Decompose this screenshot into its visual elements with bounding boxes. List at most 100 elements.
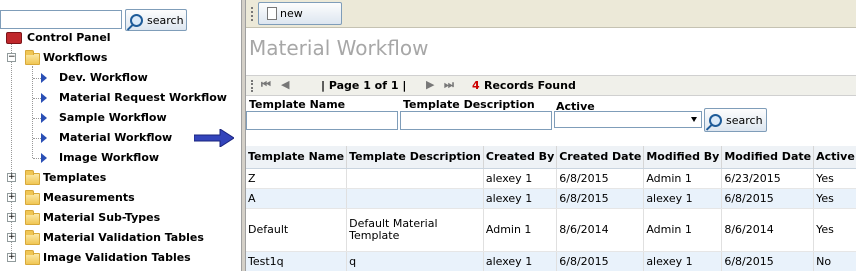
tree-node-material-sub-types[interactable]: + Material Sub-Types (0, 208, 200, 228)
tree-item-sample-workflow[interactable]: Sample Workflow (0, 108, 200, 128)
page-title: Material Workflow (249, 36, 429, 60)
collapse-icon[interactable]: − (7, 53, 16, 62)
active-filter-select[interactable] (554, 111, 702, 128)
table-cell: alexey 1 (483, 251, 558, 271)
tree-node-material-validation-tables[interactable]: + Material Validation Tables (0, 228, 204, 248)
tree-node-label: Material Validation Tables (43, 231, 204, 244)
table-cell: No (813, 251, 856, 271)
new-document-icon (267, 7, 277, 20)
table-cell: 6/8/2015 (721, 251, 815, 271)
pager-bar: ⏮ ◀ | Page 1 of 1 | ▶ ⏭ 4 Records Found (246, 75, 856, 96)
tree-item-label: Sample Workflow (59, 111, 167, 124)
folder-icon (25, 170, 40, 185)
table-row[interactable]: Test1q q alexey 1 6/8/2015 alexey 1 6/8/… (246, 251, 856, 271)
template-description-filter-label: Template Description (403, 98, 535, 111)
table-cell: 6/8/2015 (556, 251, 645, 271)
tree-line (33, 118, 41, 119)
tree-node-control-panel-label: Control Panel (27, 31, 111, 44)
table-cell: Default (246, 208, 348, 252)
workflow-arrow-icon (41, 73, 47, 83)
tree-node-measurements[interactable]: + Measurements (0, 188, 200, 208)
toolbar-grip[interactable] (251, 7, 254, 21)
tree-line (33, 98, 41, 99)
column-header[interactable]: Template Name (246, 146, 348, 169)
table-cell: 6/8/2015 (556, 188, 645, 209)
tree-item-material-request-workflow[interactable]: Material Request Workflow (0, 88, 227, 108)
expand-icon[interactable]: + (7, 193, 16, 202)
column-header[interactable]: Template Description (346, 146, 484, 169)
tree-node-image-validation-tables[interactable]: + Image Validation Tables (0, 248, 200, 268)
tree-item-label: Material Workflow (59, 131, 173, 144)
template-name-filter-input[interactable] (246, 111, 398, 130)
table-cell (346, 188, 484, 209)
pager-grip (251, 80, 254, 92)
filter-search-button-label: search (726, 113, 763, 127)
table-cell: Test1q (246, 251, 348, 271)
table-cell: Z (246, 168, 348, 189)
workflow-arrow-icon (41, 113, 47, 123)
table-cell: Admin 1 (643, 168, 723, 189)
tree-item-label: Material Request Workflow (59, 91, 227, 104)
column-header[interactable]: Modified By (643, 146, 723, 169)
grid-header-row: Template Name Template Description Creat… (246, 146, 856, 169)
expand-icon[interactable]: + (7, 173, 16, 182)
table-row[interactable]: Z alexey 1 6/8/2015 Admin 1 6/23/2015 Ye… (246, 168, 856, 189)
filter-search-button[interactable]: search (704, 108, 767, 132)
table-cell (346, 168, 484, 189)
table-cell: Default Material Template (346, 208, 484, 252)
previous-page-icon[interactable]: ◀ (281, 78, 289, 91)
first-page-icon[interactable]: ⏮ (261, 78, 271, 92)
tree-item-label: Image Workflow (59, 151, 160, 164)
table-cell: Yes (813, 168, 856, 189)
table-cell: 8/6/2014 (556, 208, 645, 252)
last-page-icon[interactable]: ⏭ (444, 78, 454, 92)
table-cell: alexey 1 (643, 188, 723, 209)
folder-icon (25, 250, 40, 265)
column-header[interactable]: Created By (483, 146, 558, 169)
table-cell: q (346, 251, 484, 271)
toolbar: new (246, 0, 856, 28)
folder-icon (25, 230, 40, 245)
next-page-icon[interactable]: ▶ (426, 78, 434, 91)
tree-search-input[interactable] (0, 10, 122, 29)
column-header[interactable]: Created Date (556, 146, 645, 169)
tree-node-templates[interactable]: + Templates (0, 168, 200, 188)
search-icon (130, 13, 143, 27)
expand-icon[interactable]: + (7, 233, 16, 242)
toolbox-icon (6, 32, 22, 44)
tree-search-button-label: search (147, 13, 184, 27)
app-window: search Control Panel − Workflows Dev. Wo… (0, 0, 856, 271)
new-button-label: new (280, 7, 303, 20)
table-cell: 6/23/2015 (721, 168, 815, 189)
tree-item-dev-workflow[interactable]: Dev. Workflow (0, 68, 200, 88)
tree-node-label: Material Sub-Types (43, 211, 161, 224)
page-indicator: | Page 1 of 1 | (321, 79, 407, 92)
table-cell: 8/6/2014 (721, 208, 815, 252)
tree-node-label: Templates (43, 171, 107, 184)
table-row[interactable]: Default Default Material Template Admin … (246, 208, 856, 252)
tree-node-label: Measurements (43, 191, 135, 204)
column-header[interactable]: Active (813, 146, 856, 169)
records-label: Records Found (484, 79, 576, 92)
template-description-filter-input[interactable] (400, 111, 552, 130)
tree-item-image-workflow[interactable]: Image Workflow (0, 148, 200, 168)
workflow-arrow-icon (41, 93, 47, 103)
expand-icon[interactable]: + (7, 213, 16, 222)
tree-item-material-workflow[interactable]: Material Workflow (0, 128, 172, 148)
records-count: 4 (472, 79, 480, 92)
table-cell: Admin 1 (643, 208, 723, 252)
expand-icon[interactable]: + (7, 253, 16, 262)
tree-item-label: Dev. Workflow (59, 71, 148, 84)
table-cell: Yes (813, 188, 856, 209)
table-cell: Admin 1 (483, 208, 558, 252)
table-cell: alexey 1 (483, 188, 558, 209)
column-header[interactable]: Modified Date (721, 146, 815, 169)
table-cell: 6/8/2015 (721, 188, 815, 209)
table-row[interactable]: A alexey 1 6/8/2015 alexey 1 6/8/2015 Ye… (246, 188, 856, 209)
pointer-arrow-icon (194, 129, 234, 147)
folder-open-icon (25, 50, 40, 65)
table-cell: alexey 1 (483, 168, 558, 189)
tree-node-control-panel[interactable]: Control Panel (0, 28, 200, 48)
tree-node-workflows[interactable]: − Workflows (0, 48, 200, 68)
new-button[interactable]: new (258, 2, 342, 25)
